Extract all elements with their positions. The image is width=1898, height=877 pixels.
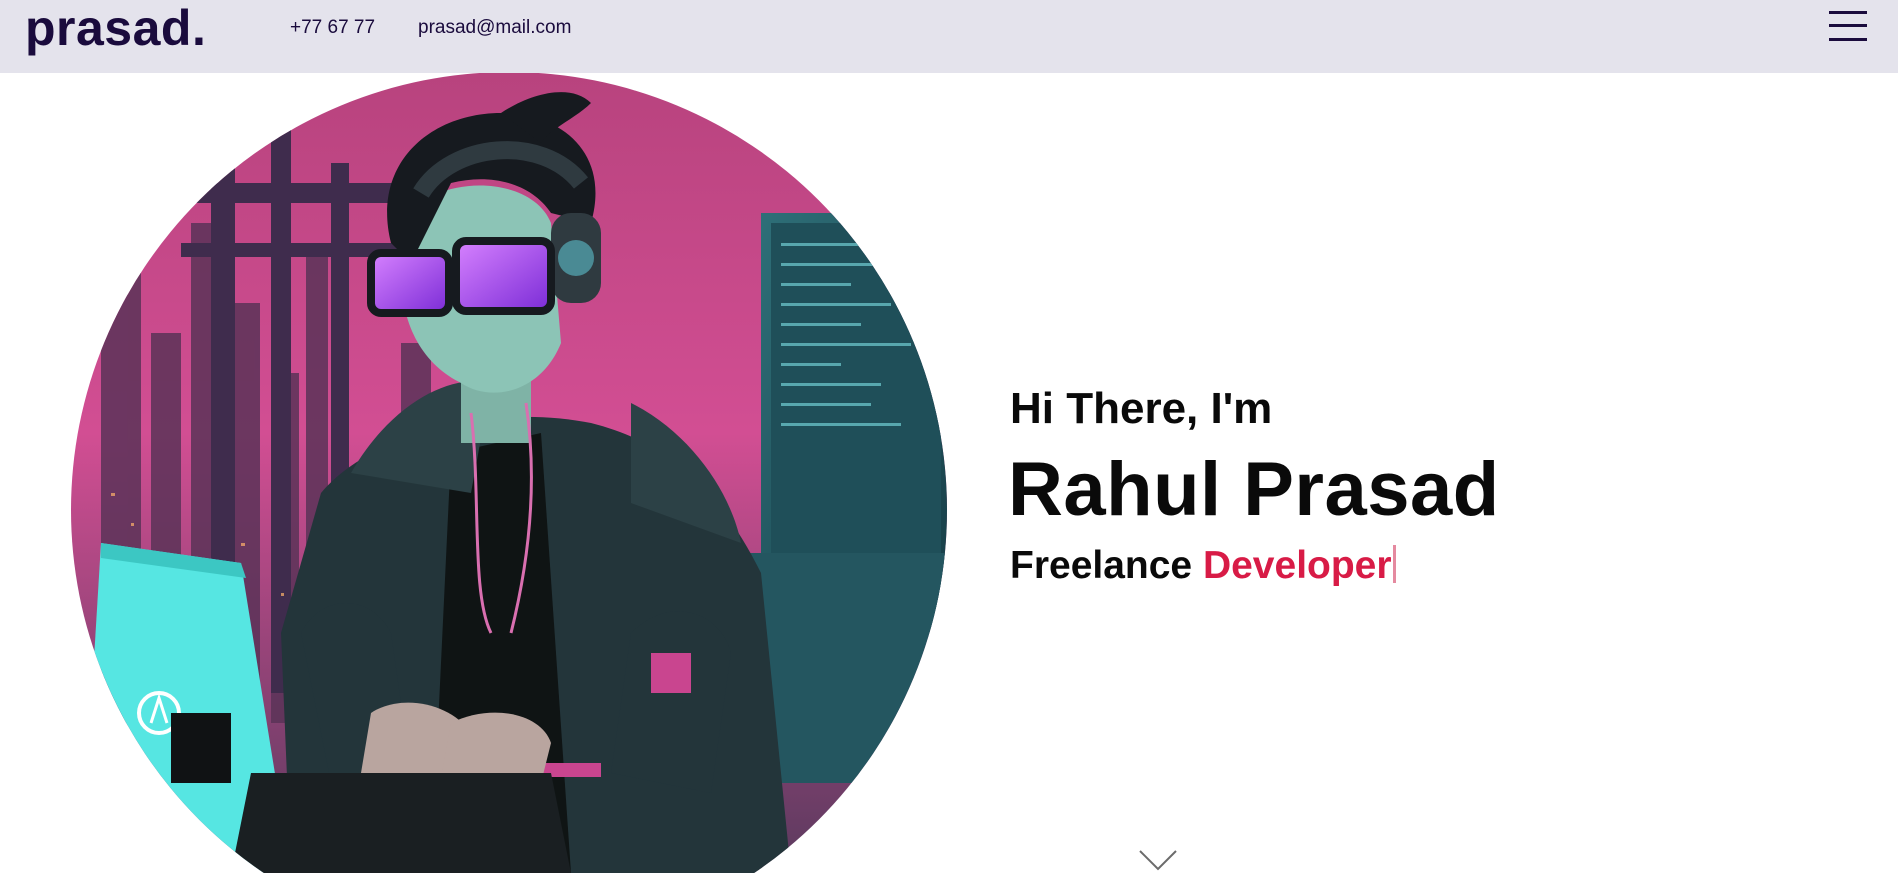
phone-number[interactable]: +77 67 77: [290, 17, 375, 39]
hero-greeting: Hi There, I'm: [1010, 384, 1273, 433]
hero-role: Freelance Developer: [1010, 543, 1396, 589]
email-address[interactable]: prasad@mail.com: [418, 17, 571, 39]
site-logo[interactable]: prasad.: [25, 1, 206, 55]
typing-cursor: [1392, 545, 1396, 583]
top-header: prasad. +77 67 77 prasad@mail.com: [0, 0, 1898, 73]
hero-portrait-image: [71, 73, 947, 873]
role-prefix: Freelance: [1010, 544, 1193, 587]
role-word: Developer: [1202, 544, 1392, 587]
hamburger-menu-icon[interactable]: [1826, 9, 1870, 45]
chevron-down-icon[interactable]: [1138, 848, 1178, 872]
hero-name: Rahul Prasad: [1008, 447, 1500, 532]
